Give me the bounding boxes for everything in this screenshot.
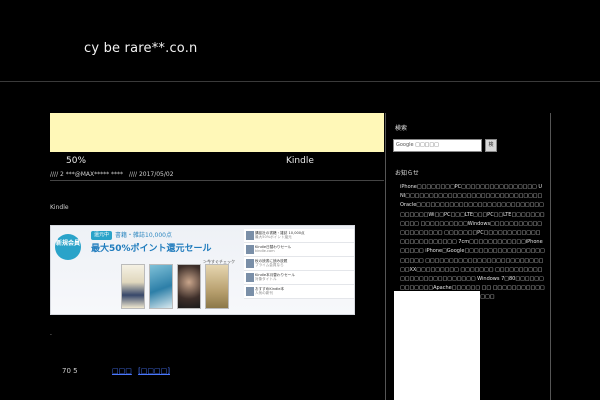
banner-list-item[interactable]: 秋の読書に読み放題 プライム会員なら [244,257,354,271]
book-cover-image [177,264,201,309]
post-footer-number: 70 5 [62,367,78,375]
post-title-left: 50% [66,156,87,166]
book-cover-image [205,264,229,309]
section-label: Kindle [50,204,69,211]
post-date: //// 2017/05/02 [128,171,174,178]
main-column: 50% Kindle //// 2 ***@MAX***** **** //// … [50,113,384,400]
thumbnail-image [246,273,254,282]
search-widget-title: 検索 [395,125,408,132]
sidebar: 検索 Google □□□□□ 検 お知らせ iPhone□□□□□□□□PC□… [385,113,551,400]
banner-list-item[interactable]: Kindle本月替わりセール 対象タイトル [244,271,354,285]
sidebar-ad-box[interactable] [394,291,480,400]
promo-badge: 新規会員 [55,234,81,260]
post-title[interactable]: 50% Kindle [66,154,366,168]
thumbnail-image [246,231,254,240]
site-title[interactable]: cy be rare**.co.n [84,41,198,57]
footer-link[interactable]: □□□ [112,367,132,375]
divider [50,180,384,181]
separator-dot: . [50,330,52,337]
book-cover-image [121,264,145,309]
post-footer-links: □□□ [□□□□] [112,367,174,375]
info-widget-title: お知らせ [395,170,419,177]
kindle-sale-banner[interactable]: 新規会員 還元中 書籍・雑誌10,000点 最大50%ポイント還元セール ＞今す… [50,225,355,315]
thumbnail-image [246,245,254,254]
promo-headline: 最大50%ポイント還元セール [91,244,212,254]
post-meta: //// 2 ***@MAX***** **** //// 2017/05/02 [50,170,384,180]
post-title-right: Kindle [286,156,314,166]
book-cover-image [149,264,173,309]
post-author[interactable]: //// 2 ***@MAX***** **** [50,171,123,178]
promo-subheadline: 書籍・雑誌10,000点 [115,232,172,239]
footer-link[interactable]: [□□□□] [138,367,170,375]
info-text: iPhone□□□□□□□□PC□□□□□□□□□□□□□□□□ UNI□□□□… [400,184,545,301]
search-input[interactable]: Google □□□□□ [393,139,482,152]
banner-item-list: 講談社の書籍・雑誌 10,000点 最大50%ポイント還元 Kindle日替わりセ… [244,229,354,299]
search-button[interactable]: 検 [485,139,497,152]
banner-list-item[interactable]: 講談社の書籍・雑誌 10,000点 最大50%ポイント還元 [244,229,354,243]
thumbnail-image [246,259,254,268]
banner-list-item[interactable]: Kindle日替わりセール kindle.com [244,243,354,257]
top-ad-banner[interactable] [50,113,384,152]
banner-list-item[interactable]: おすすめKindle本 人気の新刊 [244,285,354,299]
promo-pill: 還元中 [91,231,113,240]
thumbnail-image [246,287,254,296]
site-header: cy be rare**.co.n [0,0,600,82]
